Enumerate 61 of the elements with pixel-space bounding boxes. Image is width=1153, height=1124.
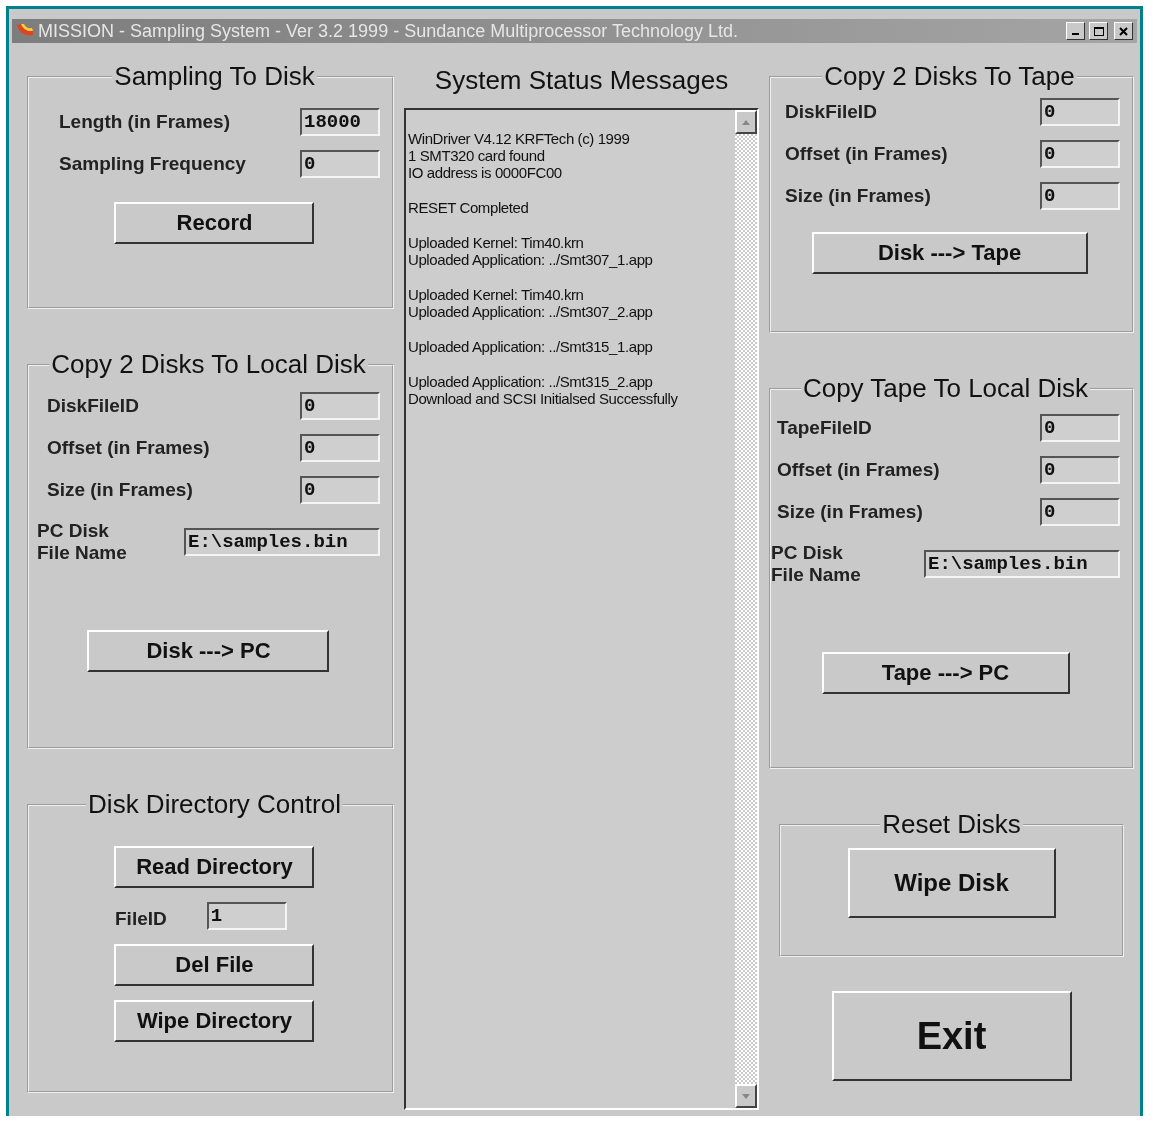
field-label: Size (in Frames) [785,185,931,207]
status-message: 1 SMT320 card found [408,147,546,164]
maximize-icon[interactable] [1093,26,1104,36]
status-message: Uploaded Kernel: Tim40.krn [408,234,585,251]
group-title: Copy 2 Disks To Tape [823,61,1076,92]
field-label: Size (in Frames) [47,479,193,501]
field-label: PC Disk File Name [771,542,862,586]
input-field[interactable]: 0 [1040,414,1120,442]
field-label: TapeFileID [777,417,872,439]
action-button[interactable]: Wipe Directory [114,1000,315,1042]
exit-button[interactable]: Exit [831,991,1072,1081]
minimize-button[interactable] [1066,22,1085,40]
input-field[interactable]: E:\samples.bin [924,550,1120,578]
status-message: Uploaded Application: ../Smt307_1.app [408,251,654,268]
field-label: DiskFileID [785,101,877,123]
action-button[interactable]: Disk ---> PC [87,630,330,672]
input-field[interactable]: 0 [1040,140,1120,168]
status-message: WinDriver V4.12 KRFTech (c) 1999 [408,130,631,147]
group-title: Reset Disks [881,809,1022,840]
status-message: Download and SCSI Initialsed Successfully [408,390,679,407]
input-field[interactable]: E:\samples.bin [184,528,380,556]
action-button[interactable]: Disk ---> Tape [811,232,1088,274]
input-field[interactable]: 0 [300,150,380,178]
group-title: Sampling To Disk [113,61,316,92]
group-title: Copy Tape To Local Disk [801,373,1090,404]
input-field[interactable]: 0 [300,434,380,462]
field-label: Size (in Frames) [777,501,923,523]
input-field[interactable]: 0 [1040,498,1120,526]
maximize-button[interactable] [1089,22,1108,40]
status-message: IO address is 0000FC00 [408,164,563,181]
status-message: Uploaded Application: ../Smt315_1.app [408,338,654,355]
close-button[interactable] [1114,22,1133,40]
field-label: Offset (in Frames) [785,143,948,165]
group-title: Disk Directory Control [87,789,342,820]
input-field[interactable]: 0 [300,476,380,504]
action-button[interactable]: Read Directory [114,846,315,888]
action-button[interactable]: Del File [114,944,315,986]
window-title: MISSION - Sampling System - Ver 3.2 1999 - Sundance Multiprocessor Technology Ltd. [38,20,739,42]
field-label: DiskFileID [47,395,139,417]
field-label: Length (in Frames) [59,111,230,133]
field-label: Offset (in Frames) [777,459,940,481]
field-label: Sampling Frequency [59,153,246,175]
action-button[interactable]: Record [114,202,315,244]
status-message: Uploaded Application: ../Smt315_2.app [408,373,654,390]
input-field[interactable]: 0 [1040,456,1120,484]
input-field[interactable]: 1 [206,902,287,930]
status-message: Uploaded Application: ../Smt307_2.app [408,303,654,320]
field-label: Offset (in Frames) [47,437,210,459]
input-field[interactable]: 0 [300,392,380,420]
status-message: RESET Completed [408,199,530,216]
panel-title: System Status Messages [433,64,730,97]
field-label: PC Disk File Name [37,520,128,564]
group-title: Copy 2 Disks To Local Disk [50,349,367,380]
input-field[interactable]: 0 [1040,98,1120,126]
action-button[interactable]: Tape ---> PC [821,652,1070,694]
close-icon[interactable] [1119,26,1128,36]
action-button[interactable]: Wipe Disk [847,848,1056,918]
field-label: FileID [115,908,167,930]
input-field[interactable]: 18000 [300,108,380,136]
status-message: Uploaded Kernel: Tim40.krn [408,286,585,303]
input-field[interactable]: 0 [1040,182,1120,210]
